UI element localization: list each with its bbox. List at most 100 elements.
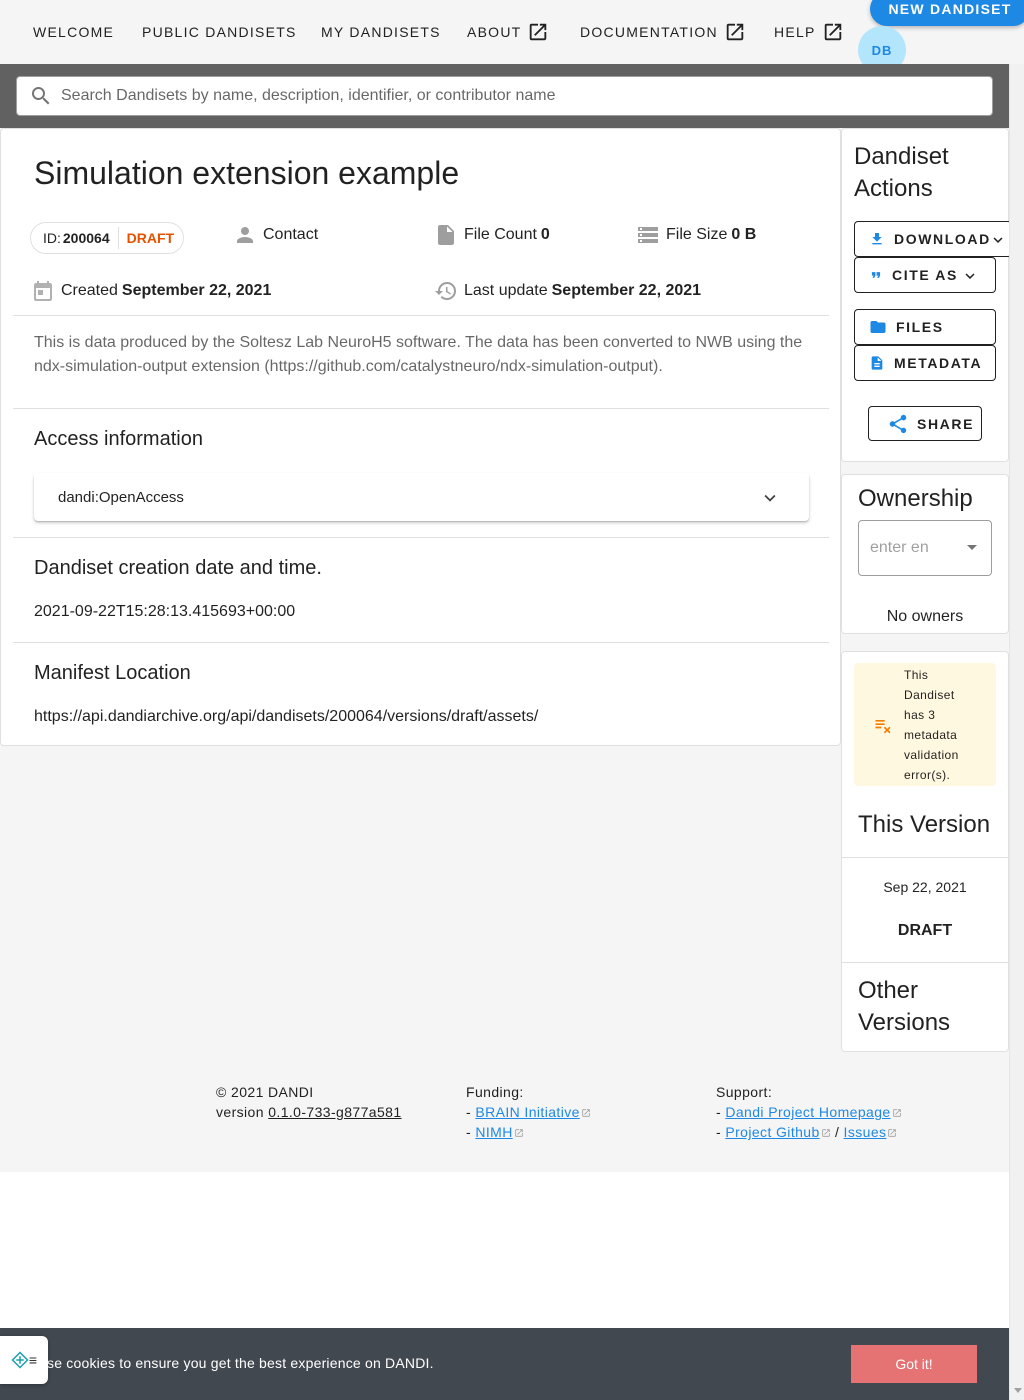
access-value: dandi:OpenAccess <box>58 488 184 506</box>
nav-about-label: ABOUT <box>467 24 522 40</box>
version-label-text: DRAFT <box>897 922 953 939</box>
scroll-down-arrow-icon[interactable] <box>1014 1388 1022 1393</box>
file-count: File Count 0 <box>434 223 550 247</box>
owner-select[interactable]: enter en <box>858 520 992 576</box>
document-icon <box>871 356 883 370</box>
footer: © 2021 DANDI version 0.1.0-733-g877a581 … <box>0 1062 1009 1172</box>
files-label: FILES <box>896 319 944 335</box>
last-update: Last update September 22, 2021 <box>434 279 701 303</box>
divider <box>13 642 829 643</box>
divider <box>13 537 829 538</box>
download-icon <box>872 233 882 245</box>
access-heading: Access information <box>34 428 203 450</box>
divider <box>842 857 1010 858</box>
nav-documentation-label: DOCUMENTATION <box>580 24 718 40</box>
external-link-icon <box>892 1109 901 1118</box>
calendar-icon <box>34 281 52 301</box>
actions-title: Dandiset Actions <box>854 143 949 202</box>
this-version-title: This Version <box>858 811 991 838</box>
cookie-logo-icon <box>11 1351 29 1369</box>
version-link[interactable]: 0.1.0-733-g877a581 <box>268 1104 401 1120</box>
description: This is data produced by the Soltesz Lab… <box>34 334 803 375</box>
manifest-value: https://api.dandiarchive.org/api/dandise… <box>34 708 539 725</box>
files-button[interactable]: FILES <box>854 309 996 345</box>
other-versions-title: Other Versions <box>858 977 951 1036</box>
validation-warning[interactable]: This Dandiset has 3 metadata validation … <box>854 663 996 786</box>
open-in-new-icon <box>726 23 744 41</box>
footer-support-col: Support: - Dandi Project Homepage - Proj… <box>716 1082 902 1142</box>
issues-link[interactable]: Issues <box>844 1124 887 1140</box>
ownership-card: Ownership enter en No owners <box>841 474 1009 634</box>
page-title: Simulation extension example <box>34 155 460 191</box>
version-label[interactable]: DRAFT <box>842 922 1008 940</box>
nimh-link[interactable]: NIMH <box>475 1124 512 1140</box>
funding-label: Funding: <box>466 1084 524 1100</box>
nav-help-label: HELP <box>774 24 816 40</box>
creation-value: 2021-09-22T15:28:13.415693+00:00 <box>34 603 296 620</box>
creation-heading: Dandiset creation date and time. <box>34 557 322 579</box>
status-badge: DRAFT <box>126 230 175 246</box>
chevron-down-icon <box>764 494 776 502</box>
share-icon <box>889 414 907 433</box>
contact-link[interactable]: Contact <box>233 223 318 247</box>
nav-welcome-label: WELCOME <box>33 24 115 40</box>
share-button[interactable]: SHARE <box>868 406 982 441</box>
nav-public-dandisets[interactable]: PUBLIC DANDISETS <box>142 0 297 64</box>
nav-welcome[interactable]: WELCOME <box>33 0 114 64</box>
open-in-new-icon <box>824 23 841 41</box>
validation-message: This Dandiset has 3 metadata validation … <box>904 668 959 782</box>
download-button[interactable]: DOWNLOAD <box>854 221 1012 257</box>
folder-icon <box>870 321 886 333</box>
chip-divider <box>117 227 119 249</box>
share-label: SHARE <box>917 415 975 432</box>
cookie-text: se cookies to ensure you get the best ex… <box>47 1355 434 1371</box>
dandiset-actions-card: Dandiset Actions DOWNLOAD CITE AS FILES … <box>841 128 1012 462</box>
history-icon <box>435 282 456 300</box>
footer-funding-col: Funding: - BRAIN Initiative - NIMH <box>466 1082 591 1142</box>
id-label: ID: <box>43 230 61 246</box>
search-input[interactable] <box>61 87 992 105</box>
file-count-label: File Count <box>464 226 537 243</box>
new-dandiset-button[interactable]: NEW DANDISET <box>870 0 1024 26</box>
download-label: DOWNLOAD <box>894 231 991 247</box>
ownership-title: Ownership <box>858 485 973 512</box>
cookie-settings-badge[interactable]: ≡ <box>0 1336 48 1384</box>
copyright-text: © 2021 DANDI <box>216 1084 314 1100</box>
owner-select-placeholder: enter en <box>870 539 929 556</box>
metadata-label: METADATA <box>894 355 983 371</box>
version-line: version 0.1.0-733-g877a581 <box>216 1102 402 1122</box>
file-size-value: 0 B <box>731 226 757 243</box>
github-link[interactable]: Project Github <box>725 1124 819 1140</box>
divider <box>13 408 829 409</box>
no-owners-text: No owners <box>886 608 964 625</box>
nav-about[interactable]: ABOUT <box>467 0 549 64</box>
homepage-link[interactable]: Dandi Project Homepage <box>725 1104 890 1120</box>
search-field[interactable] <box>16 76 993 116</box>
external-link-icon <box>582 1109 590 1118</box>
dandiset-main-card: Simulation extension example ID: 200064 … <box>0 128 841 746</box>
file-size-label: File Size <box>666 226 728 243</box>
storage-icon <box>638 227 658 243</box>
cite-as-button[interactable]: CITE AS <box>854 257 996 293</box>
nav-help[interactable]: HELP <box>774 0 844 64</box>
versions-card: This Dandiset has 3 metadata validation … <box>841 651 1010 1052</box>
nav-my-dandisets[interactable]: MY DANDISETS <box>321 0 441 64</box>
updated-label: Last update <box>464 282 548 299</box>
person-icon <box>237 227 253 243</box>
nav-public-label: PUBLIC DANDISETS <box>142 24 297 40</box>
open-in-new-icon <box>530 23 547 41</box>
created-label: Created <box>61 282 118 299</box>
id-chip: ID: 200064 DRAFT <box>30 222 184 254</box>
nav-documentation[interactable]: DOCUMENTATION <box>580 0 746 64</box>
cookie-banner: se cookies to ensure you get the best ex… <box>0 1328 1009 1400</box>
access-expansion-panel[interactable]: dandi:OpenAccess <box>34 473 809 521</box>
page-bottom-space <box>0 1172 1009 1328</box>
cookie-accept-button[interactable]: Got it! <box>851 1345 977 1383</box>
divider <box>842 962 1010 963</box>
external-link-icon <box>821 1129 830 1138</box>
chevron-down-icon <box>965 273 975 279</box>
metadata-button[interactable]: METADATA <box>854 345 996 381</box>
page-scrollbar[interactable] <box>1009 64 1024 1400</box>
menu-icon: ≡ <box>28 1352 38 1368</box>
brain-initiative-link[interactable]: BRAIN Initiative <box>475 1104 579 1120</box>
